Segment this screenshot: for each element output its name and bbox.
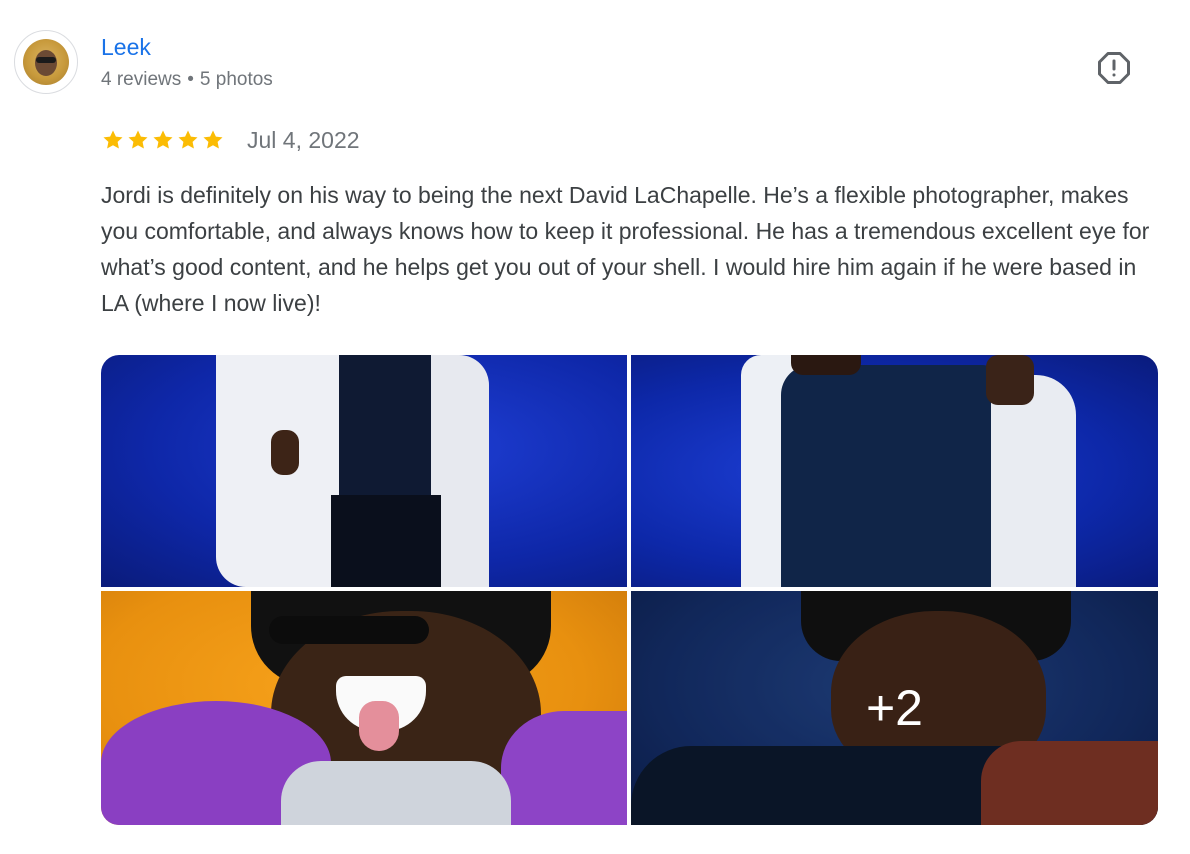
review-photo[interactable] — [101, 355, 627, 587]
review-photo-grid: +2 — [101, 355, 1158, 825]
star-rating — [101, 128, 225, 152]
reviewer-meta: 4 reviews • 5 photos — [101, 69, 273, 91]
review-text: Jordi is definitely on his way to being … — [101, 182, 1150, 316]
report-flag-icon — [1098, 52, 1130, 84]
review-photo-more[interactable]: +2 — [631, 591, 1158, 825]
star-icon — [203, 130, 223, 149]
reviewer-photo-count: 5 photos — [199, 69, 273, 90]
meta-separator: • — [187, 69, 194, 90]
review-photo[interactable] — [101, 591, 627, 825]
star-icon — [178, 130, 198, 149]
reviewer-name-link[interactable]: Leek — [101, 34, 151, 61]
more-photos-overlay[interactable]: +2 — [631, 591, 1158, 825]
review-photo[interactable] — [631, 355, 1158, 587]
review-date: Jul 4, 2022 — [247, 126, 360, 153]
reviewer-review-count: 4 reviews — [101, 69, 182, 90]
report-review-button[interactable] — [1096, 50, 1132, 86]
rating-row: Jul 4, 2022 — [101, 125, 360, 155]
reviewer-avatar[interactable] — [14, 30, 78, 94]
star-icon — [128, 130, 148, 149]
star-icon — [103, 130, 123, 149]
avatar-image — [23, 39, 69, 85]
more-photos-count: +2 — [865, 680, 923, 736]
star-icon — [153, 130, 173, 149]
